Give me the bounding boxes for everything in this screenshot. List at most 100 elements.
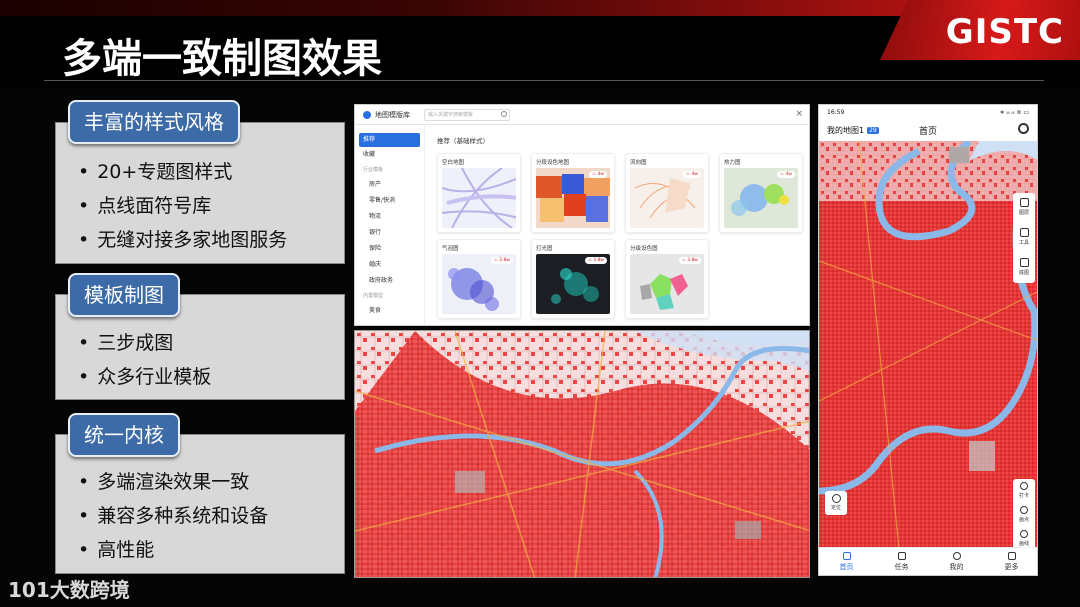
desktop-app-title: 地图模版库 [375,110,410,119]
basemap-button[interactable]: 底图 [1013,253,1035,283]
tab-mine[interactable]: 我的 [929,548,984,575]
tool-label: 打卡 [1018,493,1029,499]
home-icon [842,552,851,560]
tab-more[interactable]: 更多 [984,548,1037,575]
sidebar-item-industry[interactable]: 政府政务 [355,273,424,289]
tool-label: 工具 [1018,240,1029,246]
tab-home[interactable]: 首页 [819,548,874,575]
tool-label: 图层 [1018,210,1029,216]
card-badge: ♨ 3.8w [678,257,701,264]
list-item: 点线面符号库 [78,189,287,223]
card-badge: ♨ 3.8w [490,257,513,264]
desktop-sidebar: 推荐 收藏 行业模板 房产 零售/快消 物流 银行 保险 婚庆 政府政务 内置模… [355,125,425,325]
user-icon [952,552,961,560]
locate-icon [831,494,841,503]
tools-button[interactable]: 工具 [1013,223,1035,253]
card-title: 流向图 [630,160,647,166]
card-title: 空白地图 [442,160,465,166]
desktop-template-window: 地图模版库 输入关键字搜索模板 × 推荐 收藏 行业模板 房产 零售/快消 物流… [354,104,810,326]
tasks-icon [897,552,906,560]
map-count-badge: 29 [867,126,879,134]
card-badge: ♨ 3.8w [584,257,607,264]
draw-point-button[interactable]: 画点 [1013,503,1035,527]
template-search-input[interactable]: 输入关键字搜索模板 [424,108,510,121]
line-icon [1020,530,1028,538]
status-icons: ∗ ᵢₗₗ ᵢₗₗ ≋ ▭ [999,109,1029,116]
card-thumbnail: ♨ 3.8w [630,254,704,314]
status-time: 16:59 [827,109,845,116]
tab-label: 首页 [839,563,854,571]
toolbox-icon [1019,228,1029,237]
map-tool-panel: 图层 工具 底图 [1013,193,1035,283]
panel-kernel-heading: 统一内核 [68,413,180,457]
checkin-button[interactable]: 打卡 [1013,479,1035,503]
sidebar-item-industry[interactable]: 保险 [355,241,424,257]
list-item: 高性能 [78,533,268,567]
mobile-status-bar: 16:59 ∗ ᵢₗₗ ᵢₗₗ ≋ ▭ [819,105,1037,119]
point-icon [1020,506,1028,514]
checkin-icon [1020,482,1028,490]
tab-label: 我的 [949,563,964,571]
tool-label: 画点 [1018,517,1029,523]
sidebar-item-industry[interactable]: 物流 [355,209,424,225]
blank-map-thumbnail [442,168,516,228]
list-item: 众多行业模板 [78,360,211,394]
list-item: 无缝对接多家地图服务 [78,223,287,257]
card-badge: ♨ 4w [588,171,607,178]
close-button[interactable]: × [795,109,803,119]
page-title: 多端一致制图效果 [62,36,382,82]
mobile-app-window: 16:59 ∗ ᵢₗₗ ᵢₗₗ ≋ ▭ 我的地图1 29 首页 图层 工具 底图… [818,104,1038,576]
list-item: 兼容多种系统和设备 [78,499,268,533]
template-card-blank[interactable]: 空白地图 [437,153,521,233]
template-card-flow[interactable]: 流向图 ♨ 4w [625,153,709,233]
panel-styles-heading: 丰富的样式风格 [68,100,240,144]
gistc-logo: GISTC [945,12,1064,52]
tab-tasks[interactable]: 任务 [874,548,929,575]
sidebar-item-internal[interactable]: 美食 [355,303,424,319]
card-badge: ♨ 4w [776,171,795,178]
card-title: 分级设色图 [630,246,658,252]
search-icon[interactable] [1018,123,1029,134]
list-item: 多端渲染效果一致 [78,465,268,499]
list-item: 三步成图 [78,326,211,360]
panel-kernel-list: 多端渲染效果一致 兼容多种系统和设备 高性能 [78,465,268,567]
web-map-view[interactable] [354,330,810,578]
card-thumbnail: ♨ 3.8w [536,254,610,314]
app-logo-icon [363,110,371,119]
sidebar-item-industry[interactable]: 房产 [355,177,424,193]
panel-template-list: 三步成图 众多行业模板 [78,326,211,394]
my-map-selector[interactable]: 我的地图1 [827,125,864,136]
template-card-grid: 空白地图 分段设色地图 ♨ 4w 流向图 ♨ 4w 热力图 ♨ 4w 气泡图 ♨… [437,153,803,319]
tab-label: 任务 [894,563,909,571]
sidebar-item-industry[interactable]: 婚庆 [355,257,424,273]
mobile-map-view[interactable]: 图层 工具 底图 打卡 画点 画线 画面 定位 [819,141,1037,549]
desktop-titlebar: 地图模版库 输入关键字搜索模板 × [355,105,809,125]
sidebar-item-favorites[interactable]: 收藏 [355,147,424,163]
template-card-graduated[interactable]: 分级设色图 ♨ 3.8w [625,239,709,319]
card-title: 热力图 [724,160,741,166]
template-card-light[interactable]: 灯光图 ♨ 3.8w [531,239,615,319]
card-title: 气泡图 [442,246,459,252]
template-card-choropleth[interactable]: 分段设色地图 ♨ 4w [531,153,615,233]
city-density-map [355,331,809,577]
sidebar-item-recommend[interactable]: 推荐 [359,133,420,147]
sidebar-item-industry[interactable]: 银行 [355,225,424,241]
mobile-page-title: 首页 [919,126,938,137]
watermark: 101大数跨境 [8,578,130,602]
draw-line-button[interactable]: 画线 [1013,527,1035,549]
template-content: 推荐（基础样式） 空白地图 分段设色地图 ♨ 4w 流向图 ♨ 4w 热力图 ♨… [437,135,803,319]
panel-styles-list: 20+专题图样式 点线面符号库 无缝对接多家地图服务 [78,155,287,257]
sidebar-group-internal: 内置模型 [363,293,384,299]
template-card-heatmap[interactable]: 热力图 ♨ 4w [719,153,803,233]
tool-label: 底图 [1018,270,1029,276]
card-thumbnail: ♨ 4w [630,168,704,228]
layer-tool-button[interactable]: 图层 [1013,193,1035,223]
sidebar-item-industry[interactable]: 零售/快消 [355,193,424,209]
locate-button[interactable]: 定位 [825,491,847,515]
card-badge: ♨ 4w [682,171,701,178]
template-card-bubble[interactable]: 气泡图 ♨ 3.8w [437,239,521,319]
search-icon[interactable] [501,110,507,117]
tab-label: 更多 [1004,563,1019,571]
section-title: 推荐（基础样式） [437,137,489,145]
card-title: 灯光图 [536,246,553,252]
